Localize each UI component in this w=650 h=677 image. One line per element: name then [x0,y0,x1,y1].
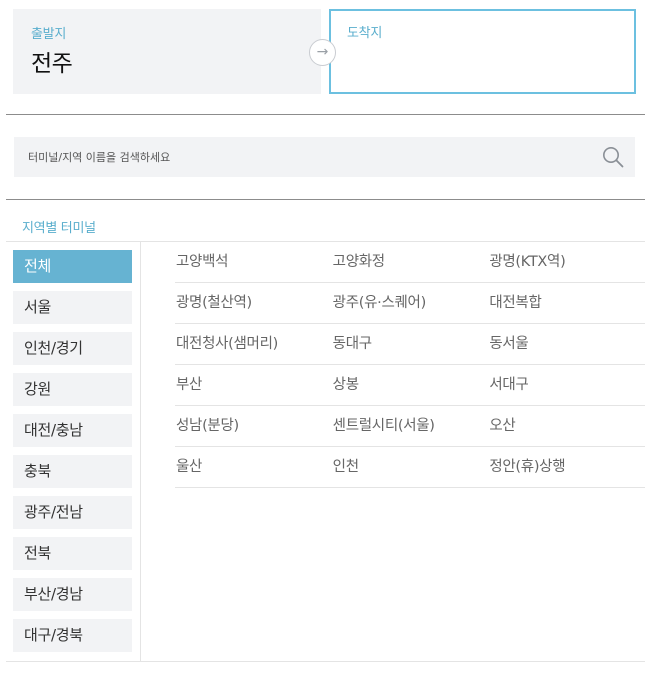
terminal-item[interactable]: 동서울 [488,324,645,364]
terminal-item[interactable]: 부산 [175,365,332,405]
divider [6,114,645,115]
region-item-daegu-gyeongbuk[interactable]: 대구/경북 [13,619,132,652]
destination-label: 도착지 [347,26,382,41]
region-item-busan-gyeongnam[interactable]: 부산/경남 [13,578,132,611]
region-item-daejeon-chungnam[interactable]: 대전/충남 [13,414,132,447]
region-list: 전체 서울 인천/경기 강원 대전/충남 충북 광주/전남 전북 부산/경남 대… [13,250,132,660]
region-item-jeonbuk[interactable]: 전북 [13,537,132,570]
terminal-item[interactable]: 서대구 [488,365,645,405]
region-item-seoul[interactable]: 서울 [13,291,132,324]
search-icon[interactable] [602,146,624,168]
terminal-item[interactable]: 고양백석 [175,242,332,282]
terminal-item[interactable]: 울산 [175,447,332,487]
divider [6,661,645,662]
column-divider [140,242,141,662]
terminal-item[interactable]: 대전복합 [488,283,645,323]
terminal-item[interactable]: 오산 [488,406,645,446]
route-selector: 출발지 전주 → 도착지 [13,9,637,94]
terminal-item[interactable]: 센트럴시티(서울) [332,406,489,446]
terminal-row: 울산 인천 정안(휴)상행 [175,447,645,488]
origin-label: 출발지 [31,27,66,42]
arrow-right-icon[interactable]: → [309,39,336,66]
destination-box[interactable]: 도착지 [329,9,636,94]
terminal-item[interactable]: 대전청사(샘머리) [175,324,332,364]
terminal-item[interactable]: 상봉 [332,365,489,405]
terminal-list: 고양백석 고양화정 광명(KTX역) 광명(철산역) 광주(유·스퀘어) 대전복… [175,242,645,488]
search-input[interactable] [14,137,594,177]
region-item-all[interactable]: 전체 [13,250,132,283]
terminal-row: 성남(분당) 센트럴시티(서울) 오산 [175,406,645,447]
region-item-gangwon[interactable]: 강원 [13,373,132,406]
section-title: 지역별 터미널 [22,221,96,236]
terminal-row: 대전청사(샘머리) 동대구 동서울 [175,324,645,365]
origin-value: 전주 [31,51,73,77]
terminal-row: 부산 상봉 서대구 [175,365,645,406]
region-item-gwangju-jeonnam[interactable]: 광주/전남 [13,496,132,529]
terminal-item[interactable]: 성남(분당) [175,406,332,446]
terminal-row: 고양백석 고양화정 광명(KTX역) [175,242,645,283]
terminal-item[interactable]: 고양화정 [332,242,489,282]
terminal-item[interactable]: 정안(휴)상행 [488,447,645,487]
terminal-row: 광명(철산역) 광주(유·스퀘어) 대전복합 [175,283,645,324]
divider [6,199,645,200]
terminal-item[interactable]: 광주(유·스퀘어) [332,283,489,323]
region-item-incheon-gyeonggi[interactable]: 인천/경기 [13,332,132,365]
search-bar [14,137,635,177]
terminal-item[interactable]: 광명(철산역) [175,283,332,323]
region-item-chungbuk[interactable]: 충북 [13,455,132,488]
terminal-item[interactable]: 광명(KTX역) [488,242,645,282]
terminal-item[interactable]: 인천 [332,447,489,487]
origin-box[interactable]: 출발지 전주 [13,9,321,94]
terminal-item[interactable]: 동대구 [332,324,489,364]
